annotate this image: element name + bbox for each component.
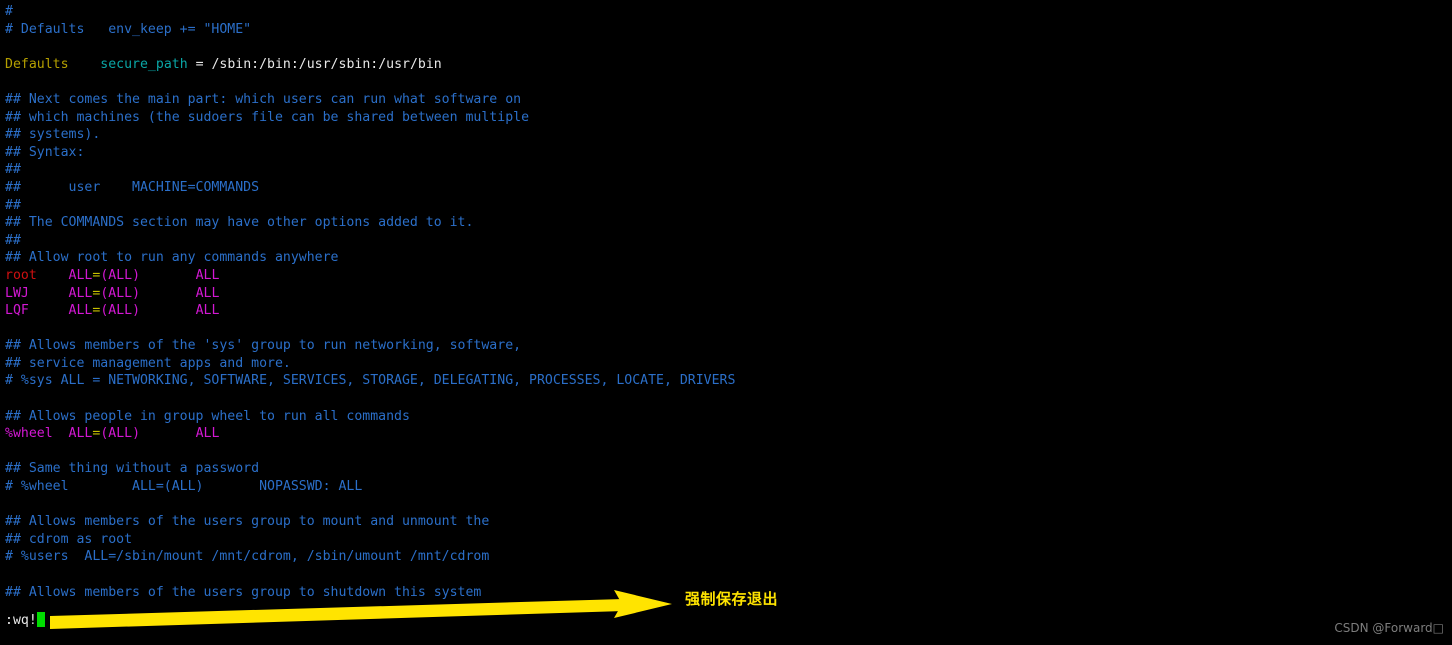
line-segment: = [187, 56, 212, 72]
command-line-text: :wq! [5, 613, 37, 628]
line-segment: /sbin:/bin:/usr/sbin:/usr/bin [211, 56, 442, 72]
line-segment: LWJ [5, 285, 29, 301]
editor-line[interactable]: ## which machines (the sudoers file can … [0, 109, 1452, 127]
editor-line[interactable] [0, 443, 1452, 461]
watermark-text: CSDN @Forward□ [1334, 621, 1444, 635]
editor-line[interactable]: LWJ ALL=(ALL) ALL [0, 285, 1452, 303]
line-segment: ## [5, 197, 21, 213]
line-segment: # [5, 4, 13, 19]
line-segment: (ALL) [100, 426, 141, 442]
line-segment: ALL [68, 303, 93, 319]
line-segment: (ALL) [100, 285, 141, 301]
line-segment: ALL [68, 285, 93, 301]
line-segment: ## user MACHINE=COMMANDS [5, 179, 260, 195]
line-segment: # %wheel ALL=(ALL) NOPASSWD: ALL [5, 479, 363, 495]
line-segment [140, 303, 196, 318]
editor-line[interactable]: # Defaults env_keep += "HOME" [0, 21, 1452, 39]
line-segment: ## [5, 162, 21, 178]
line-segment: (ALL) [100, 267, 141, 283]
line-segment: ## Syntax: [5, 144, 85, 160]
line-segment: ## Same thing without a password [5, 461, 260, 477]
line-segment: ALL [195, 426, 220, 442]
line-segment: ## Allow root to run any commands anywhe… [5, 250, 339, 266]
editor-line[interactable]: ## Same thing without a password [0, 460, 1452, 478]
editor-line[interactable]: # %sys ALL = NETWORKING, SOFTWARE, SERVI… [0, 372, 1452, 390]
line-segment: ## Allows members of the users group to … [5, 584, 482, 600]
editor-line[interactable]: # %wheel ALL=(ALL) NOPASSWD: ALL [0, 478, 1452, 496]
editor-line[interactable]: # %users ALL=/sbin/mount /mnt/cdrom, /sb… [0, 548, 1452, 566]
vim-text-buffer[interactable]: # # Defaults env_keep += "HOME" Defaults … [0, 3, 1452, 601]
editor-line[interactable]: ## [0, 197, 1452, 215]
line-segment: LQF [5, 303, 29, 319]
editor-line[interactable]: ## Allows people in group wheel to run a… [0, 408, 1452, 426]
line-segment: ALL [195, 267, 220, 283]
line-segment: # %sys ALL = NETWORKING, SOFTWARE, SERVI… [5, 373, 736, 389]
editor-line[interactable] [0, 496, 1452, 514]
line-segment: ## [5, 232, 21, 248]
editor-line[interactable]: ## Allows members of the 'sys' group to … [0, 337, 1452, 355]
line-segment [140, 426, 196, 441]
line-segment [29, 303, 69, 318]
line-segment: # %users ALL=/sbin/mount /mnt/cdrom, /sb… [5, 549, 490, 565]
editor-line[interactable] [0, 73, 1452, 91]
line-segment: ## Next comes the main part: which users… [5, 91, 522, 107]
line-segment: ## systems). [5, 127, 101, 143]
line-segment: (ALL) [100, 303, 141, 319]
editor-line[interactable]: LQF ALL=(ALL) ALL [0, 302, 1452, 320]
line-segment: root [5, 267, 37, 283]
editor-line[interactable]: ## systems). [0, 126, 1452, 144]
editor-line[interactable] [0, 38, 1452, 56]
editor-line[interactable]: ## [0, 161, 1452, 179]
line-segment [140, 268, 196, 283]
editor-line[interactable] [0, 566, 1452, 584]
editor-line[interactable]: ## Allow root to run any commands anywhe… [0, 249, 1452, 267]
editor-line[interactable]: ## user MACHINE=COMMANDS [0, 179, 1452, 197]
line-segment: ## Allows members of the users group to … [5, 514, 490, 530]
line-segment: ALL [68, 267, 93, 283]
line-segment [53, 426, 69, 441]
line-segment: %wheel [5, 426, 53, 442]
editor-line[interactable]: ## The COMMANDS section may have other o… [0, 214, 1452, 232]
line-segment: ## service management apps and more. [5, 355, 291, 371]
line-segment: ALL [195, 285, 220, 301]
line-segment [140, 286, 196, 301]
line-segment: ALL [68, 426, 93, 442]
editor-line[interactable]: %wheel ALL=(ALL) ALL [0, 425, 1452, 443]
editor-line[interactable]: ## Syntax: [0, 144, 1452, 162]
line-segment: ## Allows members of the 'sys' group to … [5, 338, 522, 354]
line-segment: ## which machines (the sudoers file can … [5, 109, 530, 125]
annotation-label: 强制保存退出 [685, 590, 779, 608]
editor-line[interactable]: root ALL=(ALL) ALL [0, 267, 1452, 285]
editor-line[interactable]: ## service management apps and more. [0, 355, 1452, 373]
editor-line[interactable]: ## [0, 232, 1452, 250]
vim-command-line[interactable]: :wq! [0, 612, 45, 630]
editor-line[interactable]: ## Allows members of the users group to … [0, 513, 1452, 531]
editor-line[interactable]: ## cdrom as root [0, 531, 1452, 549]
editor-line[interactable]: Defaults secure_path = /sbin:/bin:/usr/s… [0, 56, 1452, 74]
editor-line[interactable] [0, 320, 1452, 338]
line-segment: ## Allows people in group wheel to run a… [5, 408, 410, 424]
line-segment: Defaults [5, 56, 69, 72]
line-segment: ## cdrom as root [5, 531, 133, 547]
line-segment [69, 57, 101, 72]
line-segment: secure_path [100, 56, 188, 72]
editor-line[interactable]: # [0, 3, 1452, 21]
line-segment [29, 286, 69, 301]
text-cursor [36, 612, 45, 627]
editor-line[interactable]: ## Next comes the main part: which users… [0, 91, 1452, 109]
line-segment: ALL [195, 303, 220, 319]
line-segment [37, 268, 69, 283]
line-segment: # Defaults env_keep += "HOME" [5, 21, 252, 37]
terminal-window: # # Defaults env_keep += "HOME" Defaults … [0, 0, 1452, 645]
editor-line[interactable] [0, 390, 1452, 408]
line-segment: ## The COMMANDS section may have other o… [5, 215, 474, 231]
